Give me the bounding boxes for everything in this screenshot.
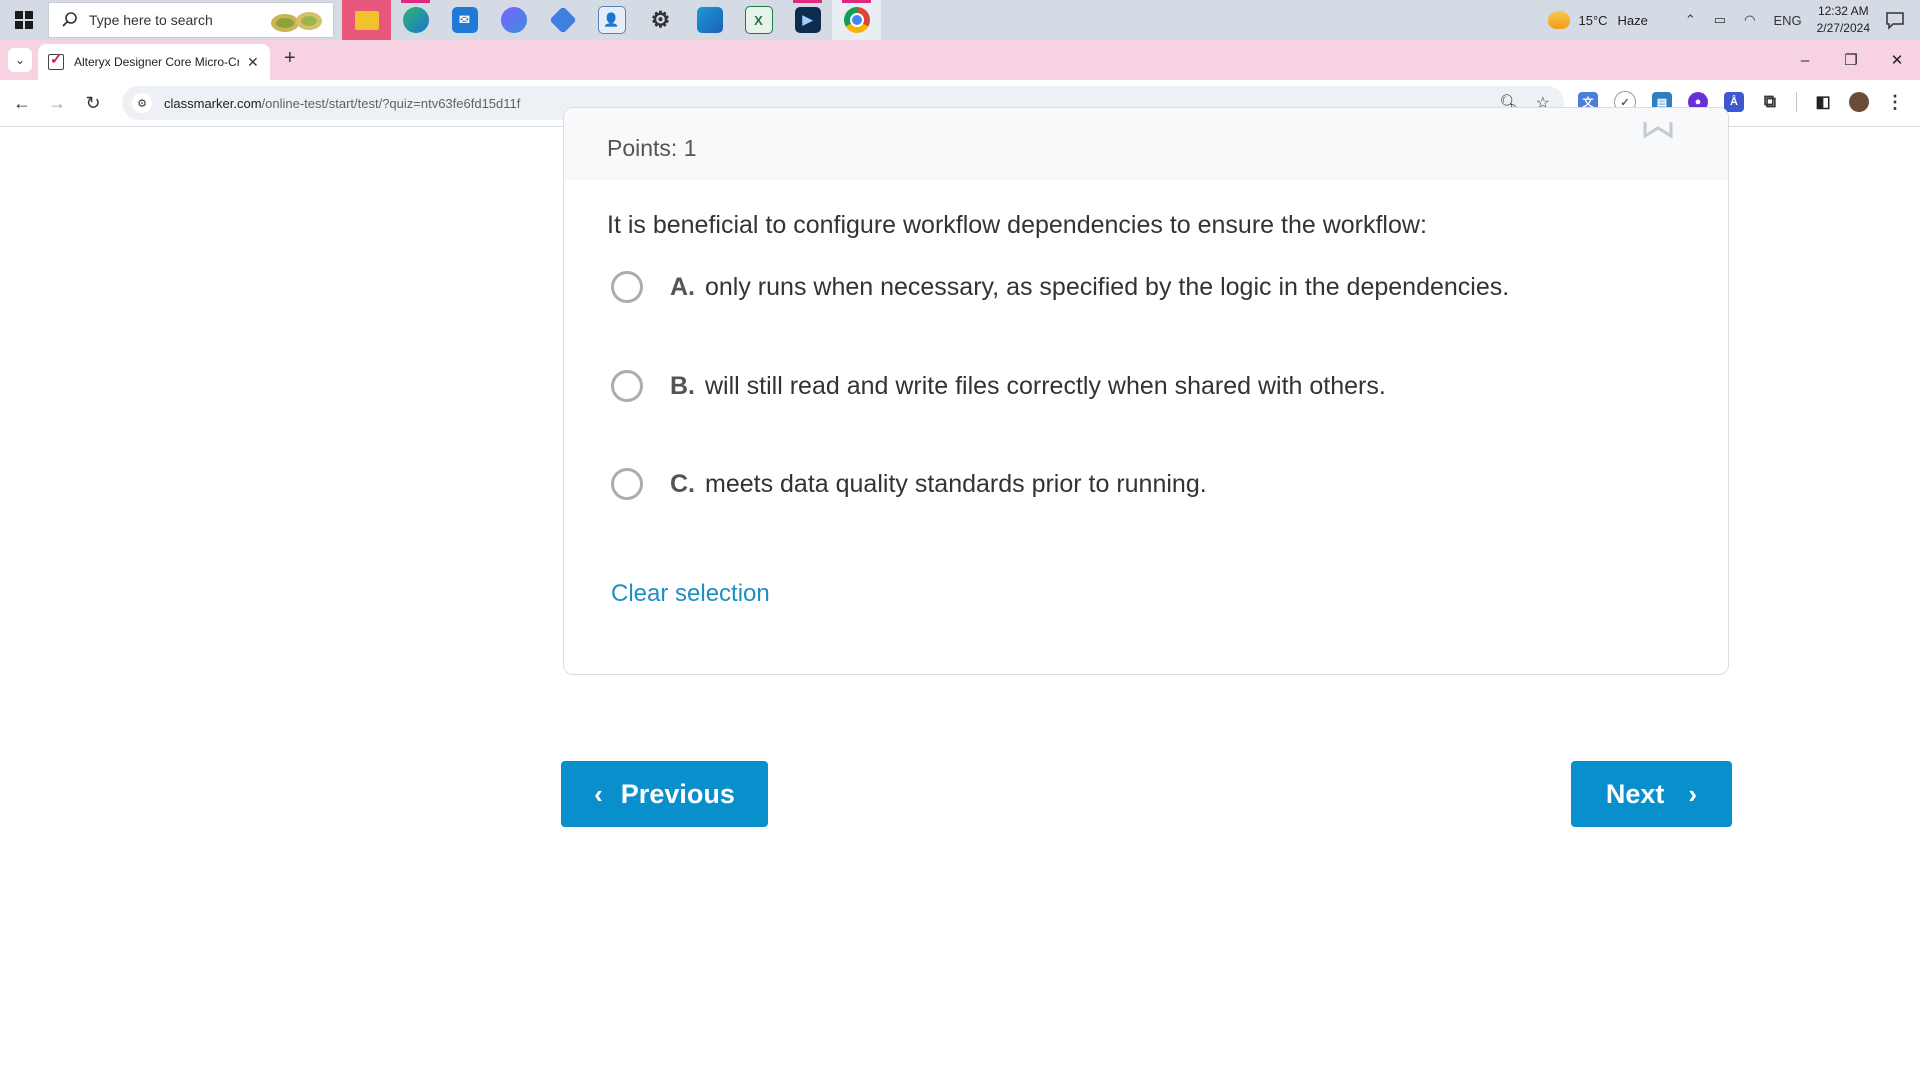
url-domain: classmarker.com [164, 95, 262, 111]
page-content: Points: 1 It is beneficial to configure … [0, 107, 1920, 1080]
clear-selection-link[interactable]: Clear selection [611, 580, 770, 608]
more-menu-icon[interactable]: ⋮ [1885, 92, 1905, 112]
radio-button-a[interactable] [611, 271, 643, 303]
battery-icon[interactable]: ▭ [1714, 12, 1726, 28]
close-window-icon[interactable]: ✕ [1874, 40, 1920, 80]
taskbar-app-file-explorer[interactable] [342, 0, 391, 40]
back-arrow-icon[interactable]: ← [10, 91, 34, 115]
answer-text: meets data quality standards prior to ru… [705, 469, 1207, 498]
taskbar-app-photos[interactable] [685, 0, 734, 40]
chevron-right-icon: › [1688, 778, 1698, 809]
taskbar-app-excel[interactable]: X [734, 0, 783, 40]
chrome-icon [843, 7, 870, 33]
taskbar-app-terminal[interactable]: ▶ [783, 0, 832, 40]
taskbar-app-mail[interactable]: ✉ [440, 0, 489, 40]
question-card: Points: 1 It is beneficial to configure … [563, 107, 1729, 675]
side-panel-icon[interactable]: ◧ [1813, 92, 1833, 112]
language-indicator[interactable]: ENG [1773, 13, 1801, 28]
next-button-label: Next [1605, 778, 1665, 809]
photos-icon [696, 7, 723, 33]
windows-taskbar: Type here to search ✉ 👤 ⚙ X ▶ 15°C Haze … [0, 0, 1920, 40]
weather-widget[interactable]: 15°C Haze [1548, 11, 1648, 29]
weather-description: Haze [1617, 12, 1648, 28]
restore-icon[interactable]: ❐ [1828, 40, 1874, 80]
gem-icon [548, 6, 577, 34]
wifi-icon[interactable]: ◠ [1744, 12, 1755, 28]
reload-icon[interactable]: ↻ [81, 91, 105, 115]
radio-button-b[interactable] [611, 370, 643, 402]
answer-text: will still read and write files correctl… [705, 371, 1386, 400]
taskbar-app-settings[interactable]: ⚙ [636, 0, 685, 40]
search-highlight-icon [271, 12, 322, 32]
answer-option-a[interactable]: A. only runs when necessary, as specifie… [611, 271, 1509, 303]
points-label: Points: 1 [607, 135, 697, 161]
tab-search-chevron-icon[interactable]: ⌄ [8, 48, 32, 72]
answer-text: only runs when necessary, as specified b… [705, 272, 1510, 301]
taskbar-app-teams[interactable] [489, 0, 538, 40]
folder-icon [354, 10, 379, 30]
new-tab-plus-icon[interactable]: + [284, 47, 296, 70]
windows-logo-icon [15, 11, 33, 29]
edge-icon [402, 7, 429, 33]
weather-temperature: 15°C [1578, 12, 1608, 28]
answer-letter: C. [670, 469, 695, 498]
notification-icon[interactable] [1884, 9, 1906, 31]
taskbar-apps: ✉ 👤 ⚙ X ▶ [342, 0, 881, 40]
url-text: classmarker.com/online-test/start/test/?… [164, 96, 520, 111]
answer-option-c[interactable]: C. meets data quality standards prior to… [611, 468, 1207, 500]
clock[interactable]: 12:32 AM 2/27/2024 [1817, 3, 1870, 37]
taskbar-app-gem[interactable] [538, 0, 587, 40]
tab-title: Alteryx Designer Core Micro-Cr [74, 55, 239, 69]
chevron-up-icon[interactable]: ⌃ [1685, 12, 1696, 28]
tab-close-icon[interactable]: ✕ [247, 54, 259, 71]
chevron-left-icon: ‹ [594, 778, 603, 809]
search-icon [61, 11, 79, 29]
previous-button-label: Previous [620, 778, 735, 809]
next-button[interactable]: Next › [1571, 761, 1732, 827]
site-info-icon[interactable]: ⚙ [132, 93, 152, 113]
clock-date: 2/27/2024 [1816, 21, 1870, 35]
browser-tab-active[interactable]: Alteryx Designer Core Micro-Cr ✕ [38, 44, 270, 80]
toolbar-divider [1796, 92, 1797, 112]
taskbar-app-edge[interactable] [391, 0, 440, 40]
taskbar-app-chrome[interactable] [832, 0, 881, 40]
profile-avatar[interactable] [1849, 92, 1869, 112]
question-text: It is beneficial to configure workflow d… [607, 211, 1427, 239]
browser-tab-strip: ⌄ Alteryx Designer Core Micro-Cr ✕ + – ❐… [0, 40, 1920, 80]
flag-bookmark-icon[interactable] [1643, 122, 1673, 142]
radio-button-c[interactable] [611, 468, 643, 500]
puzzle-extensions-icon[interactable]: ⧉ [1760, 92, 1780, 112]
forward-arrow-icon[interactable]: → [45, 91, 69, 115]
url-path: /online-test/start/test/?quiz=ntv63fe6fd… [261, 95, 521, 111]
clock-time: 12:32 AM [1817, 4, 1869, 18]
system-tray: 15°C Haze ⌃ ▭ ◠ ENG 12:32 AM 2/27/2024 [1548, 0, 1920, 40]
taskbar-search-box[interactable]: Type here to search [48, 2, 334, 38]
checkmark-favicon-icon [48, 50, 64, 70]
question-card-header: Points: 1 [564, 108, 1728, 180]
haze-weather-icon [1548, 11, 1571, 29]
terminal-icon: ▶ [794, 7, 821, 33]
previous-button[interactable]: ‹ Previous [561, 761, 768, 827]
taskbar-app-contacts[interactable]: 👤 [587, 0, 636, 40]
answer-option-b[interactable]: B. will still read and write files corre… [611, 370, 1386, 402]
teams-icon [500, 7, 527, 33]
start-button[interactable] [0, 0, 48, 40]
settings-icon: ⚙ [650, 7, 671, 32]
mail-icon: ✉ [451, 7, 478, 33]
excel-icon: X [744, 6, 773, 34]
answer-letter: A. [670, 272, 695, 301]
taskbar-search-placeholder: Type here to search [89, 12, 213, 28]
minimize-icon[interactable]: – [1782, 40, 1828, 80]
answer-letter: B. [670, 371, 695, 400]
contacts-icon: 👤 [597, 6, 626, 34]
